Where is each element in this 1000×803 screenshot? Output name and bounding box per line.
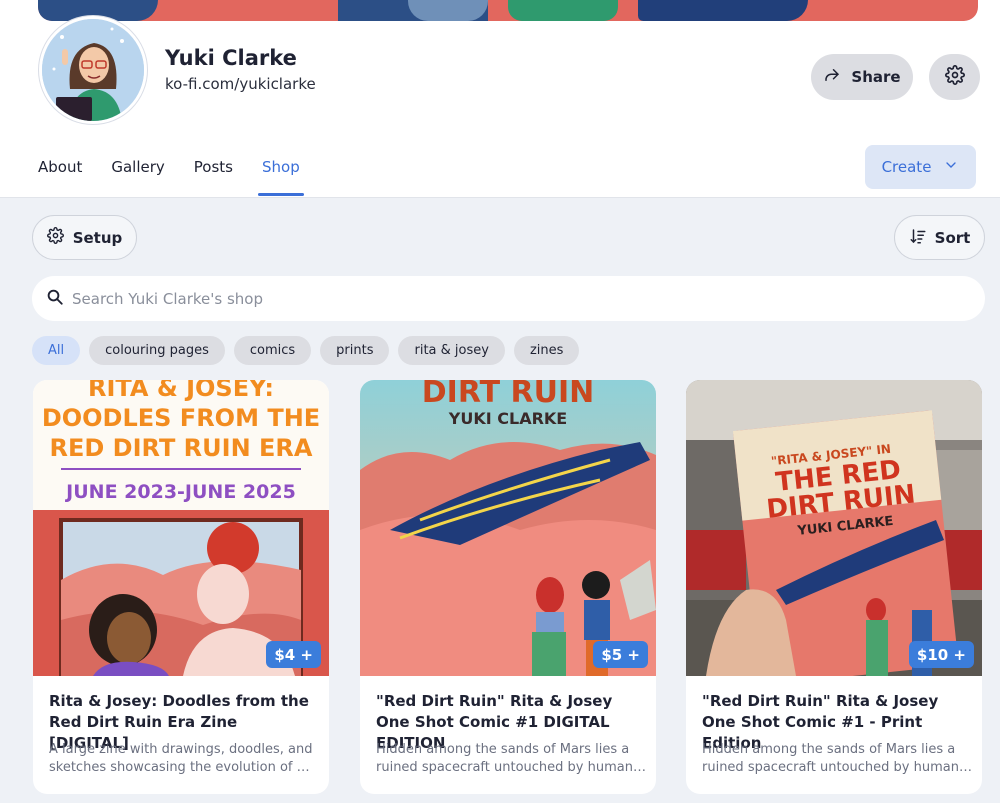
- product-card[interactable]: DIRT RUIN YUKI CLARKE $5 + "Red Dirt Rui…: [360, 380, 656, 794]
- profile-banner: [38, 0, 978, 21]
- cover-title-line: RED DIRT RUIN ERA: [50, 434, 313, 462]
- cover-author: YUKI CLARKE: [448, 409, 567, 428]
- cover-title-line: DOODLES FROM THE: [42, 404, 320, 432]
- profile-tabs: About Gallery Posts Shop: [38, 158, 329, 196]
- create-label: Create: [881, 158, 932, 176]
- shop-section: Setup Sort All colouring pages comics pr…: [0, 197, 1000, 803]
- profile-name: Yuki Clarke: [165, 46, 297, 70]
- tab-gallery[interactable]: Gallery: [111, 158, 164, 196]
- setup-button[interactable]: Setup: [32, 215, 137, 260]
- filter-chip-colouring-pages[interactable]: colouring pages: [89, 336, 225, 365]
- filter-chip-rita-josey[interactable]: rita & josey: [398, 336, 505, 365]
- profile-settings-button[interactable]: [929, 54, 980, 100]
- cover-title-line: RITA & JOSEY:: [88, 380, 274, 402]
- product-image[interactable]: "RITA & JOSEY" IN THE RED DIRT RUIN YUKI…: [686, 380, 982, 676]
- product-card[interactable]: "RITA & JOSEY" IN THE RED DIRT RUIN YUKI…: [686, 380, 982, 794]
- product-image[interactable]: DIRT RUIN YUKI CLARKE: [360, 380, 656, 676]
- product-description: A large zine with drawings, doodles, and…: [49, 742, 317, 775]
- share-label: Share: [851, 68, 901, 86]
- filter-chip-prints[interactable]: prints: [320, 336, 390, 365]
- product-image[interactable]: RITA & JOSEY: DOODLES FROM THE RED DIRT …: [33, 380, 329, 676]
- filter-chips: All colouring pages comics prints rita &…: [32, 336, 580, 365]
- sort-label: Sort: [934, 228, 971, 247]
- sort-button[interactable]: Sort: [894, 215, 985, 260]
- filter-chip-zines[interactable]: zines: [513, 336, 580, 365]
- price-badge: $5 +: [593, 641, 648, 668]
- chevron-down-icon: [943, 157, 959, 177]
- avatar[interactable]: [39, 16, 147, 124]
- filter-chip-all[interactable]: All: [32, 336, 81, 365]
- setup-label: Setup: [72, 228, 123, 247]
- share-button[interactable]: Share: [811, 54, 913, 100]
- shop-search: [32, 276, 985, 321]
- share-icon: [823, 66, 841, 88]
- search-input[interactable]: [72, 289, 952, 308]
- tab-posts[interactable]: Posts: [194, 158, 233, 196]
- cover-title: DIRT RUIN: [422, 380, 594, 410]
- tab-shop[interactable]: Shop: [258, 158, 304, 196]
- gear-icon: [46, 227, 64, 248]
- price-badge: $10 +: [908, 641, 974, 668]
- gear-icon: [944, 65, 965, 89]
- filter-chip-comics[interactable]: comics: [233, 336, 312, 365]
- sort-icon: [909, 227, 927, 249]
- search-icon: [46, 288, 64, 310]
- product-description: Hidden among the sands of Mars lies a ru…: [376, 742, 633, 775]
- cover-date-line: JUNE 2023-JUNE 2025: [64, 481, 296, 503]
- create-button[interactable]: Create: [865, 145, 976, 189]
- price-badge: $4 +: [266, 641, 321, 668]
- tab-about[interactable]: About: [38, 158, 82, 196]
- product-card[interactable]: RITA & JOSEY: DOODLES FROM THE RED DIRT …: [33, 380, 329, 794]
- profile-url[interactable]: ko-fi.com/yukiclarke: [165, 75, 316, 93]
- product-description: Hidden among the sands of Mars lies a ru…: [702, 742, 959, 775]
